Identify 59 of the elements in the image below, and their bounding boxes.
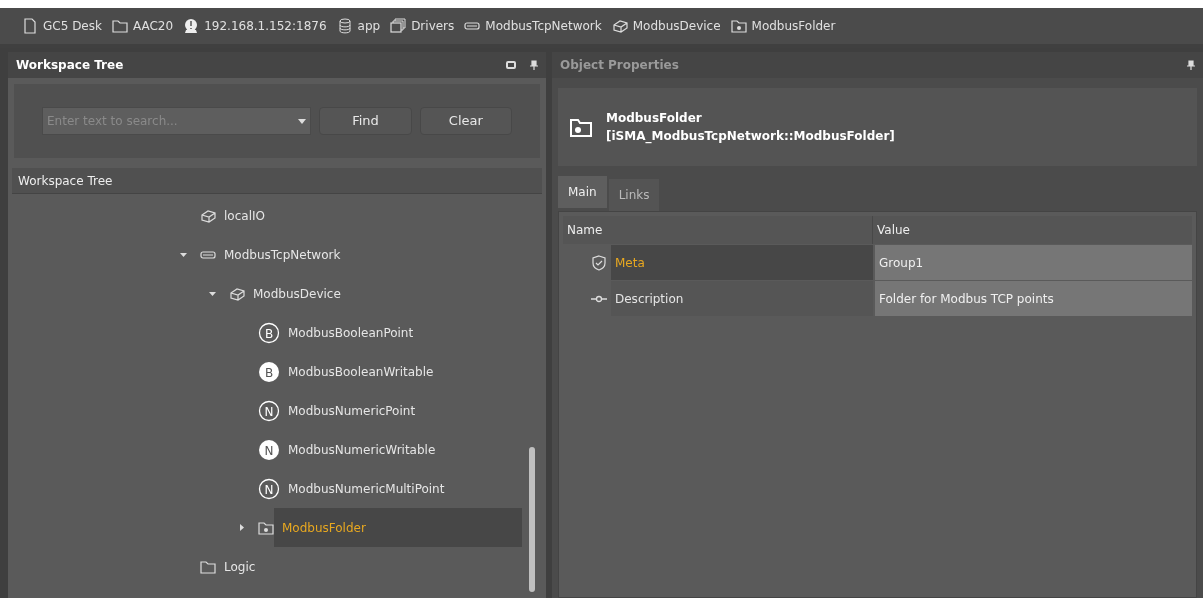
tab[interactable]: Links: [608, 179, 660, 211]
breadcrumb-item[interactable]: ModbusTcpNetwork: [485, 17, 602, 35]
point-icon: B: [258, 321, 280, 344]
folder-icon: [111, 18, 128, 34]
expand-arrow-icon[interactable]: [237, 524, 245, 531]
column-header: Name: [563, 216, 873, 244]
pin-icon[interactable]: [530, 60, 538, 70]
breadcrumb-item[interactable]: ModbusDevice: [632, 17, 721, 35]
stacked-windows-icon: [390, 18, 407, 34]
property-value[interactable]: Folder for Modbus TCP points: [875, 281, 1192, 316]
tree-item[interactable]: Logic: [216, 547, 256, 586]
property-name[interactable]: Description: [611, 281, 873, 316]
object-type: [iSMA_ModbusTcpNetwork::ModbusFolder]: [606, 128, 895, 145]
maximize-icon[interactable]: [506, 61, 516, 69]
property-value[interactable]: Group1: [875, 245, 1192, 280]
point-icon: N: [258, 399, 280, 422]
page-icon: [22, 18, 38, 34]
object-name: ModbusFolder: [606, 110, 703, 127]
station-icon: [183, 18, 200, 34]
property-name[interactable]: Meta: [611, 245, 873, 280]
folder-icon: [200, 558, 216, 575]
tree-item[interactable]: ModbusNumericMultiPoint: [280, 469, 445, 508]
find-button[interactable]: Find: [319, 107, 412, 135]
folder-icon: [570, 117, 592, 137]
tab[interactable]: Main: [558, 176, 607, 208]
folder-icon: [258, 519, 274, 536]
tree-item[interactable]: ModbusBooleanWritable: [280, 352, 434, 391]
point-icon: N: [258, 477, 280, 500]
point-icon: N: [258, 438, 280, 461]
breadcrumb-item[interactable]: ModbusFolder: [751, 17, 836, 35]
breadcrumb-item[interactable]: 192.168.1.152:1876: [204, 17, 327, 35]
breadcrumb-item[interactable]: AAC20: [132, 17, 174, 35]
collapse-arrow-icon[interactable]: [208, 290, 216, 297]
breadcrumb-item[interactable]: app: [357, 17, 381, 35]
scrollbar-thumb[interactable]: [529, 447, 535, 592]
breadcrumb-item[interactable]: Drivers: [411, 17, 455, 35]
column-header-label: Workspace Tree: [17, 172, 114, 190]
clear-button[interactable]: Clear: [419, 107, 512, 135]
tree-item[interactable]: ModbusNumericPoint: [280, 391, 416, 430]
database-icon: [336, 18, 353, 34]
tree-item[interactable]: ModbusNumericWritable: [280, 430, 436, 469]
breadcrumb-item[interactable]: GC5 Desk: [43, 17, 102, 35]
shield-check-icon: [591, 254, 607, 271]
tree-item[interactable]: ModbusFolder: [274, 508, 522, 547]
panel-title: Workspace Tree: [16, 57, 125, 74]
tree-item[interactable]: ModbusTcpNetwork: [216, 235, 341, 274]
column-header: Value: [876, 222, 911, 239]
tree-item[interactable]: localIO: [216, 196, 265, 235]
pin-icon[interactable]: [1187, 60, 1195, 70]
device-icon: [200, 207, 216, 224]
panel-title: Object Properties: [560, 57, 680, 74]
tree-item[interactable]: ModbusBooleanPoint: [280, 313, 414, 352]
device-icon: [611, 18, 628, 34]
collapse-arrow-icon[interactable]: [179, 251, 187, 258]
point-icon: B: [258, 360, 280, 383]
tree-item[interactable]: ModbusDevice: [245, 274, 341, 313]
device-icon: [229, 285, 245, 302]
folder-icon: [730, 18, 747, 34]
dropdown-arrow-icon[interactable]: [298, 118, 307, 124]
